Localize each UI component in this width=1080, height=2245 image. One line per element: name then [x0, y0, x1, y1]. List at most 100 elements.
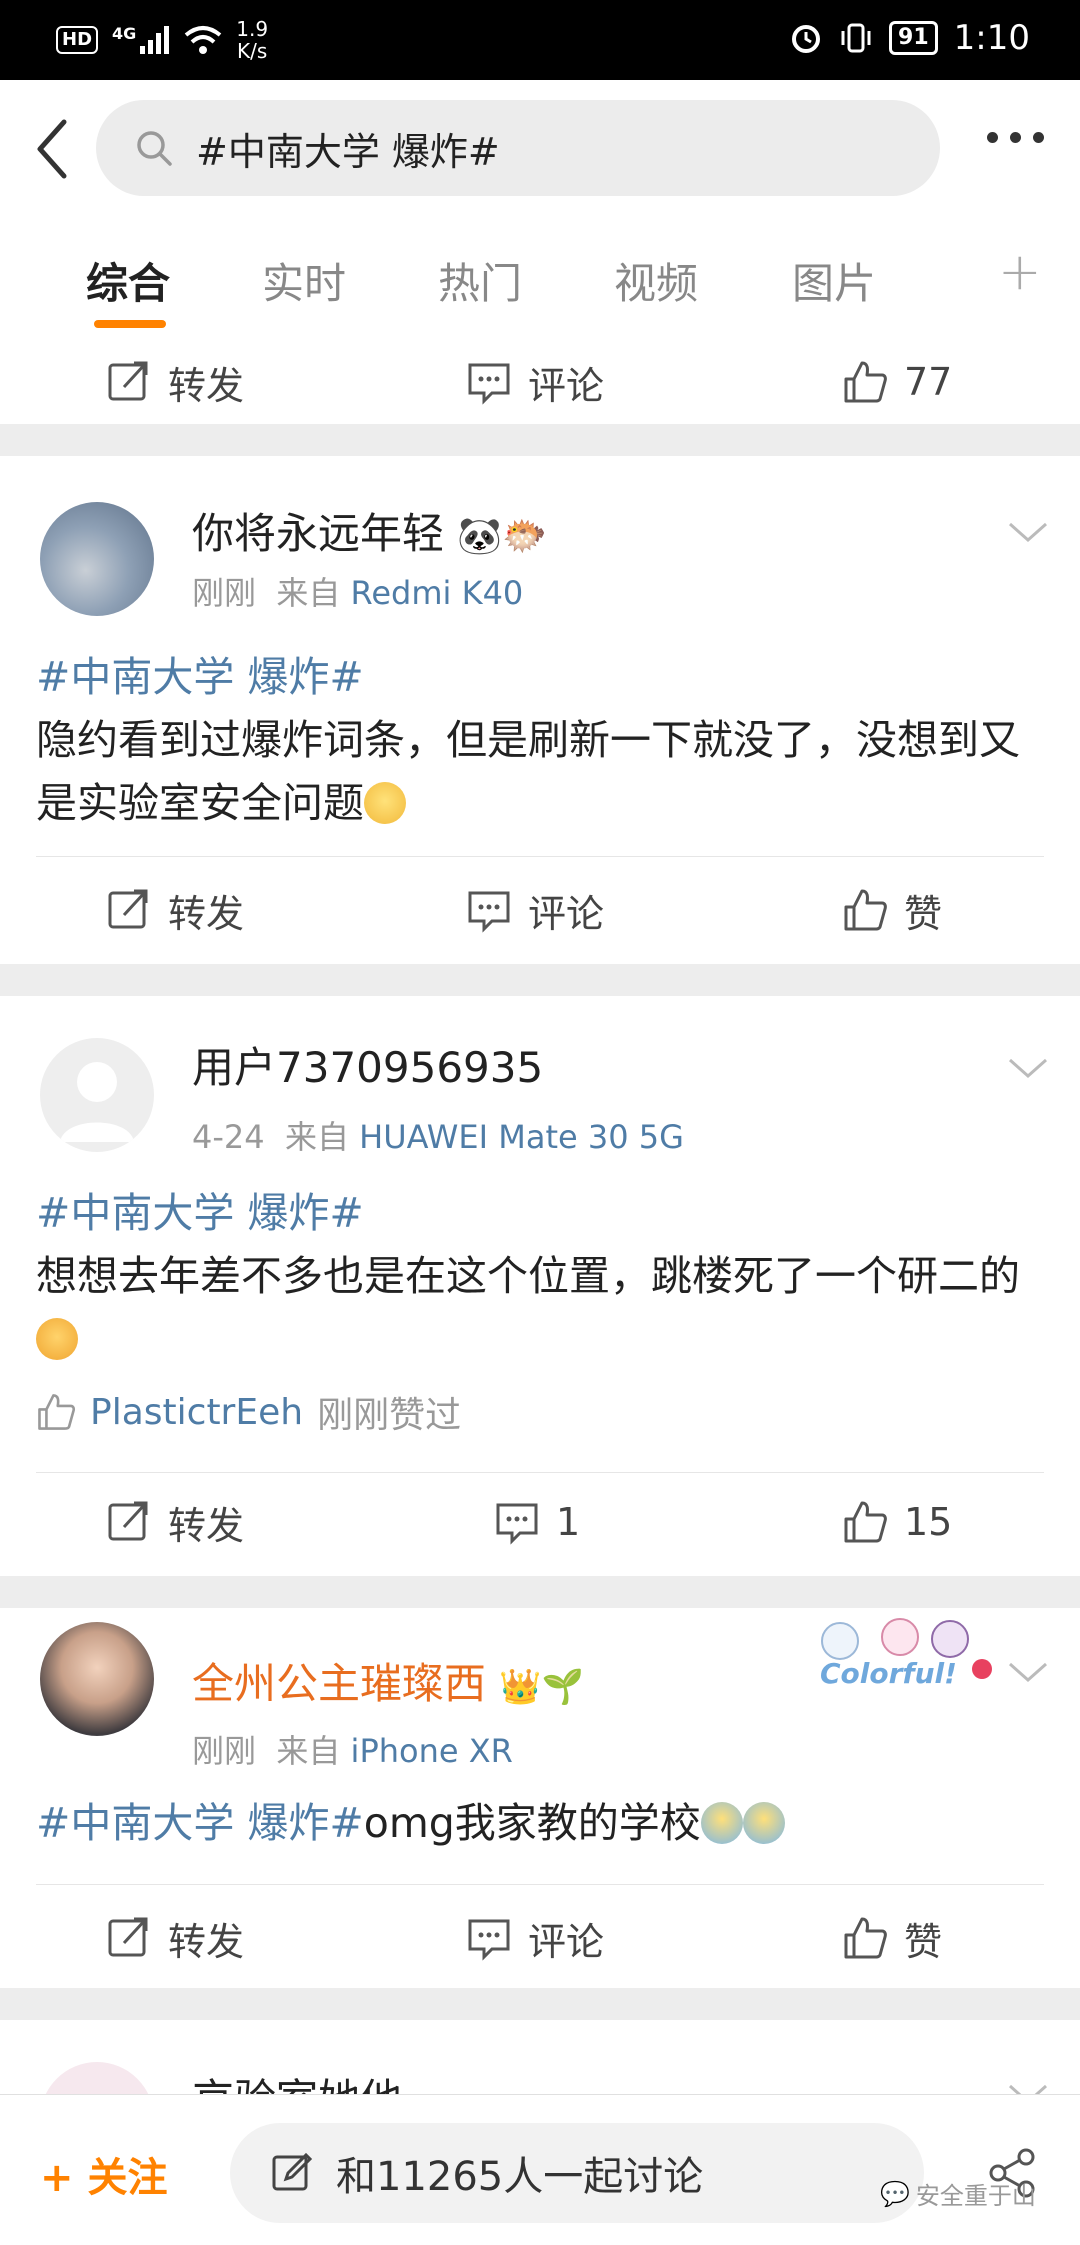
back-arrow-icon[interactable] — [28, 114, 78, 184]
like-count: 77 — [904, 360, 953, 404]
repost-label: 转发 — [168, 363, 245, 408]
post-card: 你将永远年轻 🐼🐡 刚刚 来自 Redmi K40 #中南大学 爆炸# 隐约看到… — [0, 456, 1080, 964]
thumbs-up-icon — [844, 1917, 887, 1959]
clock: 1:10 — [953, 18, 1030, 58]
watermark-text: 安全重于山 — [915, 2182, 1036, 2210]
comment-button[interactable]: 评论 — [466, 328, 604, 436]
top-bar: #中南大学 爆炸# — [0, 80, 1080, 216]
discuss-label: 和11265人一起讨论 — [336, 2154, 704, 2200]
repost-label: 转发 — [168, 1503, 245, 1548]
avatar[interactable] — [40, 2062, 154, 2094]
post-text: #中南大学 爆炸# 想想去年差不多也是在这个位置，跳楼死了一个研二的 — [36, 1182, 1046, 1371]
thumbs-up-icon — [844, 1501, 887, 1543]
network-label: 4G — [112, 23, 137, 43]
bottom-bar: + 关注 和11265人一起讨论 — [0, 2094, 1080, 2245]
thumbs-up-icon — [38, 1394, 76, 1430]
post-text: #中南大学 爆炸# 隐约看到过爆炸词条，但是刷新一下就没了，没想到又是实验室安全… — [36, 653, 1020, 827]
like-button[interactable]: 77 — [842, 328, 952, 436]
like-button[interactable]: 赞 — [842, 856, 942, 964]
like-button[interactable]: 15 — [842, 1468, 952, 1576]
repost-label: 转发 — [168, 1919, 245, 1964]
post-meta: 刚刚 来自 iPhone XR — [192, 1732, 513, 1770]
repost-icon — [108, 1917, 148, 1957]
tab-comprehensive[interactable]: 综合 — [86, 250, 170, 311]
username[interactable]: 全州公主璀璨西 👑🌱 — [192, 1650, 584, 1711]
liked-by-row: PlastictrEeh 刚刚赞过 — [36, 1386, 461, 1438]
tab-realtime[interactable]: 实时 — [262, 250, 346, 311]
scream-emoji-icon — [742, 1802, 785, 1844]
username[interactable]: 京验室她他 — [192, 2066, 402, 2094]
comment-icon — [468, 363, 510, 405]
watermark: 💬 安全重于山 — [880, 2176, 1036, 2211]
repost-button[interactable]: 转发 — [106, 328, 244, 436]
tab-video[interactable]: 视频 — [614, 250, 698, 311]
status-bar: HD 4G 1.9 K/s 91 1:10 — [0, 0, 1080, 80]
fish-emoji-icon: 🐡 — [502, 516, 548, 557]
comment-label: 评论 — [528, 363, 605, 408]
post-card: 京验室她他 — [0, 2020, 1080, 2094]
search-bar[interactable]: #中南大学 爆炸# — [96, 100, 940, 196]
tab-images[interactable]: 图片 — [792, 250, 876, 311]
liked-by-user[interactable]: PlastictrEeh — [90, 1392, 303, 1433]
crying-emoji-icon — [36, 1318, 78, 1360]
scream-emoji-icon — [700, 1802, 743, 1844]
vibrate-icon — [841, 23, 871, 53]
avatar[interactable] — [40, 1622, 154, 1736]
wechat-icon: 💬 — [880, 2179, 910, 2208]
crown-icon: 👑 — [499, 1667, 542, 1707]
post-card: 用户7370956935 4-24 来自 HUAWEI Mate 30 5G #… — [0, 996, 1080, 1576]
panda-emoji-icon: 🐼 — [457, 516, 503, 557]
tab-hot[interactable]: 热门 — [438, 250, 522, 311]
chevron-down-icon[interactable] — [1006, 1054, 1050, 1082]
like-label: 赞 — [904, 891, 943, 936]
tab-bar: 综合 实时 热门 视频 图片 + — [0, 216, 1080, 340]
repost-icon — [108, 889, 148, 929]
net-speed: 1.9 K/s — [236, 17, 269, 63]
username[interactable]: 你将永远年轻 🐼🐡 — [192, 500, 547, 561]
repost-icon — [108, 1501, 148, 1541]
topic-link[interactable]: #中南大学 爆炸# — [36, 1189, 364, 1237]
discuss-input[interactable]: 和11265人一起讨论 — [230, 2123, 924, 2223]
add-tab-icon[interactable]: + — [998, 246, 1042, 298]
active-tab-indicator — [94, 320, 166, 328]
more-options-icon[interactable] — [987, 132, 1044, 143]
like-count: 15 — [904, 1500, 953, 1544]
follow-topic-button[interactable]: + 关注 — [40, 2145, 167, 2203]
chevron-down-icon[interactable] — [1006, 518, 1050, 546]
post-meta: 刚刚 来自 Redmi K40 — [192, 574, 524, 612]
comment-icon — [496, 1503, 538, 1545]
alarm-icon — [792, 25, 821, 53]
topic-link[interactable]: #中南大学 爆炸# — [36, 653, 364, 701]
post-text: #中南大学 爆炸#omg我家教的学校 — [36, 1792, 1046, 1855]
username[interactable]: 用户7370956935 — [192, 1034, 543, 1095]
repost-label: 转发 — [168, 891, 245, 936]
battery-indicator: 91 — [889, 21, 938, 55]
avatar[interactable] — [40, 1038, 154, 1152]
repost-button[interactable]: 转发 — [106, 856, 244, 964]
comment-button[interactable]: 评论 — [466, 1884, 604, 1992]
smile-emoji-icon — [364, 782, 406, 824]
repost-button[interactable]: 转发 — [106, 1468, 244, 1576]
post-meta: 4-24 来自 HUAWEI Mate 30 5G — [192, 1118, 684, 1156]
comment-label: 评论 — [528, 1919, 605, 1964]
comment-button[interactable]: 评论 — [466, 856, 604, 964]
compose-icon — [272, 2152, 313, 2191]
repost-button[interactable]: 转发 — [106, 1884, 244, 1992]
search-icon — [137, 131, 172, 166]
thumbs-up-icon — [844, 889, 887, 931]
thumbs-up-icon — [844, 361, 887, 403]
sprite-icon: 🌱 — [541, 1667, 585, 1707]
topic-link[interactable]: #中南大学 爆炸# — [36, 1799, 364, 1847]
liked-by-text: 刚刚赞过 — [317, 1395, 462, 1436]
chevron-down-icon[interactable] — [1006, 2080, 1050, 2094]
default-avatar-icon — [60, 1062, 134, 1142]
search-query: #中南大学 爆炸# — [196, 129, 500, 174]
like-button[interactable]: 赞 — [842, 1884, 942, 1992]
avatar[interactable] — [40, 502, 154, 616]
comment-icon — [468, 891, 510, 933]
comment-label: 评论 — [528, 891, 605, 936]
comment-button[interactable]: 1 — [494, 1468, 580, 1576]
comment-count: 1 — [556, 1500, 581, 1544]
chevron-down-icon[interactable] — [1006, 1658, 1050, 1686]
wifi-icon — [185, 26, 222, 54]
